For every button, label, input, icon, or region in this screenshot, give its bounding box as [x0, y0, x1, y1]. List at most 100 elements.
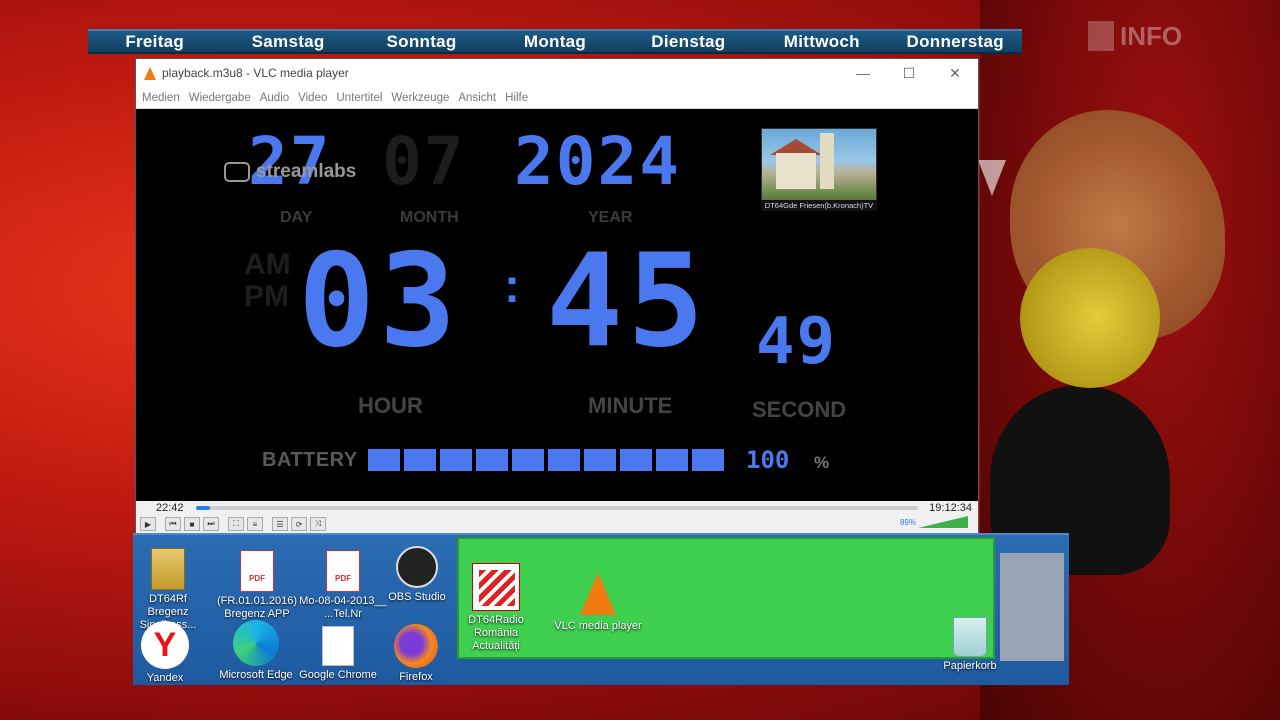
streamlabs-label: streamlabs	[256, 161, 357, 182]
desktop-icon-firefox[interactable]: Firefox	[366, 624, 466, 684]
menu-audio[interactable]: Audio	[260, 92, 289, 104]
vlc-titlebar[interactable]: playback.m3u8 - VLC media player — ☐ ✕	[136, 59, 978, 87]
channel-logo-text: INFO	[1120, 20, 1183, 51]
vlc-controls: 22:42 19:12:34 ▶ ⏮ ■ ⏭ ⛶ ≡ ☰ ⟳ ⤨ 89%	[136, 501, 978, 535]
day-thursday: Donnerstag	[906, 31, 1004, 51]
menu-werkzeuge[interactable]: Werkzeuge	[391, 92, 449, 104]
pm-label: PM	[244, 280, 289, 313]
maximize-button[interactable]: ☐	[886, 65, 932, 82]
vlc-icon	[580, 573, 616, 615]
battery-label: BATTERY	[262, 449, 358, 471]
battery-cell	[440, 449, 472, 471]
clock-hour: 03	[298, 227, 461, 376]
stop-button[interactable]: ■	[184, 517, 200, 531]
clock-second: 49	[756, 305, 838, 379]
year-label: YEAR	[588, 209, 633, 226]
desktop-icon-pdf-2016[interactable]: PDF (FR.01.01.2016) Bregenz APP	[207, 550, 307, 621]
day-sunday: Sonntag	[386, 31, 457, 51]
desktop-icon-recycle-bin[interactable]: Papierkorb	[920, 617, 1020, 673]
loop-button[interactable]: ⟳	[291, 517, 307, 531]
minute-label: MINUTE	[588, 393, 673, 418]
folder-icon	[151, 548, 185, 590]
battery-cell	[692, 449, 724, 471]
battery-cell	[548, 449, 580, 471]
battery-cell	[584, 449, 616, 471]
am-label: AM	[244, 248, 291, 281]
volume-control[interactable]: 89%	[900, 516, 968, 528]
channel-logo: INFO	[1088, 18, 1188, 54]
background-chevron-icon	[978, 160, 1006, 196]
channel-logo-icon	[1088, 21, 1114, 51]
day-tuesday: Dienstag	[651, 31, 726, 51]
next-button[interactable]: ⏭	[203, 517, 219, 531]
day-friday: Freitag	[125, 31, 185, 51]
battery-bar	[368, 449, 724, 471]
vlc-cone-icon	[144, 66, 156, 80]
fullscreen-button[interactable]: ⛶	[228, 517, 244, 531]
thumbnail-house	[776, 153, 816, 189]
battery-cell	[512, 449, 544, 471]
pdf-icon: PDF	[240, 550, 274, 592]
thumbnail-tower	[820, 133, 834, 189]
am-pm-indicator: AM PM	[244, 249, 291, 313]
battery-value: 100	[746, 446, 790, 474]
battery-cell	[368, 449, 400, 471]
menu-video[interactable]: Video	[298, 92, 327, 104]
month-label: MONTH	[400, 209, 459, 226]
streamlabs-watermark: streamlabs	[224, 161, 356, 183]
obs-icon	[396, 546, 438, 588]
yandex-icon: Y	[141, 621, 189, 669]
time-total: 19:12:34	[929, 502, 972, 514]
shuffle-button[interactable]: ⤨	[310, 517, 326, 531]
seek-bar[interactable]	[196, 506, 918, 510]
vlc-window[interactable]: playback.m3u8 - VLC media player — ☐ ✕ M…	[135, 58, 979, 535]
battery-cell	[656, 449, 688, 471]
vlc-menubar: Medien Wiedergabe Audio Video Untertitel…	[136, 87, 978, 109]
battery-unit: %	[814, 453, 830, 472]
radio-romania-icon	[472, 563, 520, 611]
volume-slider[interactable]	[918, 516, 968, 528]
battery-cell	[404, 449, 436, 471]
menu-ansicht[interactable]: Ansicht	[458, 92, 496, 104]
minimize-button[interactable]: —	[840, 65, 886, 81]
day-label: DAY	[280, 209, 313, 226]
playlist-button[interactable]: ☰	[272, 517, 288, 531]
control-buttons: ▶ ⏮ ■ ⏭ ⛶ ≡ ☰ ⟳ ⤨	[140, 517, 326, 531]
clock-month: 07	[382, 123, 466, 200]
weekday-bar: Freitag Samstag Sonntag Montag Dienstag …	[88, 29, 1022, 54]
channel-thumbnail	[761, 128, 877, 210]
battery-cell	[620, 449, 652, 471]
streamlabs-icon	[224, 162, 250, 182]
menu-wiedergabe[interactable]: Wiedergabe	[189, 92, 251, 104]
clock-colon: :	[504, 260, 520, 313]
figure-face	[1020, 248, 1160, 388]
chrome-shortcut-icon	[322, 626, 354, 666]
battery-cell	[476, 449, 508, 471]
video-area[interactable]: 27 07 2024 streamlabs DAY MONTH YEAR DT6…	[136, 109, 978, 501]
menu-medien[interactable]: Medien	[142, 92, 180, 104]
volume-label: 89%	[899, 517, 916, 527]
pdf-icon: PDF	[326, 550, 360, 592]
day-wednesday: Mittwoch	[783, 31, 860, 51]
menu-hilfe[interactable]: Hilfe	[505, 92, 528, 104]
time-elapsed: 22:42	[156, 502, 184, 514]
menu-untertitel[interactable]: Untertitel	[336, 92, 382, 104]
desktop-icon-vlc[interactable]: VLC media player	[548, 573, 648, 633]
day-monday: Montag	[523, 31, 587, 51]
extended-settings-button[interactable]: ≡	[247, 517, 263, 531]
edge-icon	[233, 620, 279, 666]
firefox-icon	[394, 624, 438, 668]
hour-label: HOUR	[358, 393, 423, 418]
second-label: SECOND	[752, 397, 847, 422]
window-title: playback.m3u8 - VLC media player	[162, 66, 349, 80]
day-saturday: Samstag	[251, 31, 325, 51]
desktop-icon-dt64rf[interactable]: DT64Rf Bregenz Singiboss...	[118, 548, 218, 632]
prev-button[interactable]: ⏮	[165, 517, 181, 531]
thumbnail-caption: DT64Gde Friesen(b.Kronach)TV	[761, 200, 877, 211]
close-button[interactable]: ✕	[932, 65, 978, 82]
recycle-bin-icon	[953, 617, 987, 657]
clock-year: 2024	[514, 123, 681, 200]
play-button[interactable]: ▶	[140, 517, 156, 531]
seek-bar-fill	[196, 506, 211, 510]
desktop-icon-yandex[interactable]: Y Yandex	[115, 621, 215, 685]
